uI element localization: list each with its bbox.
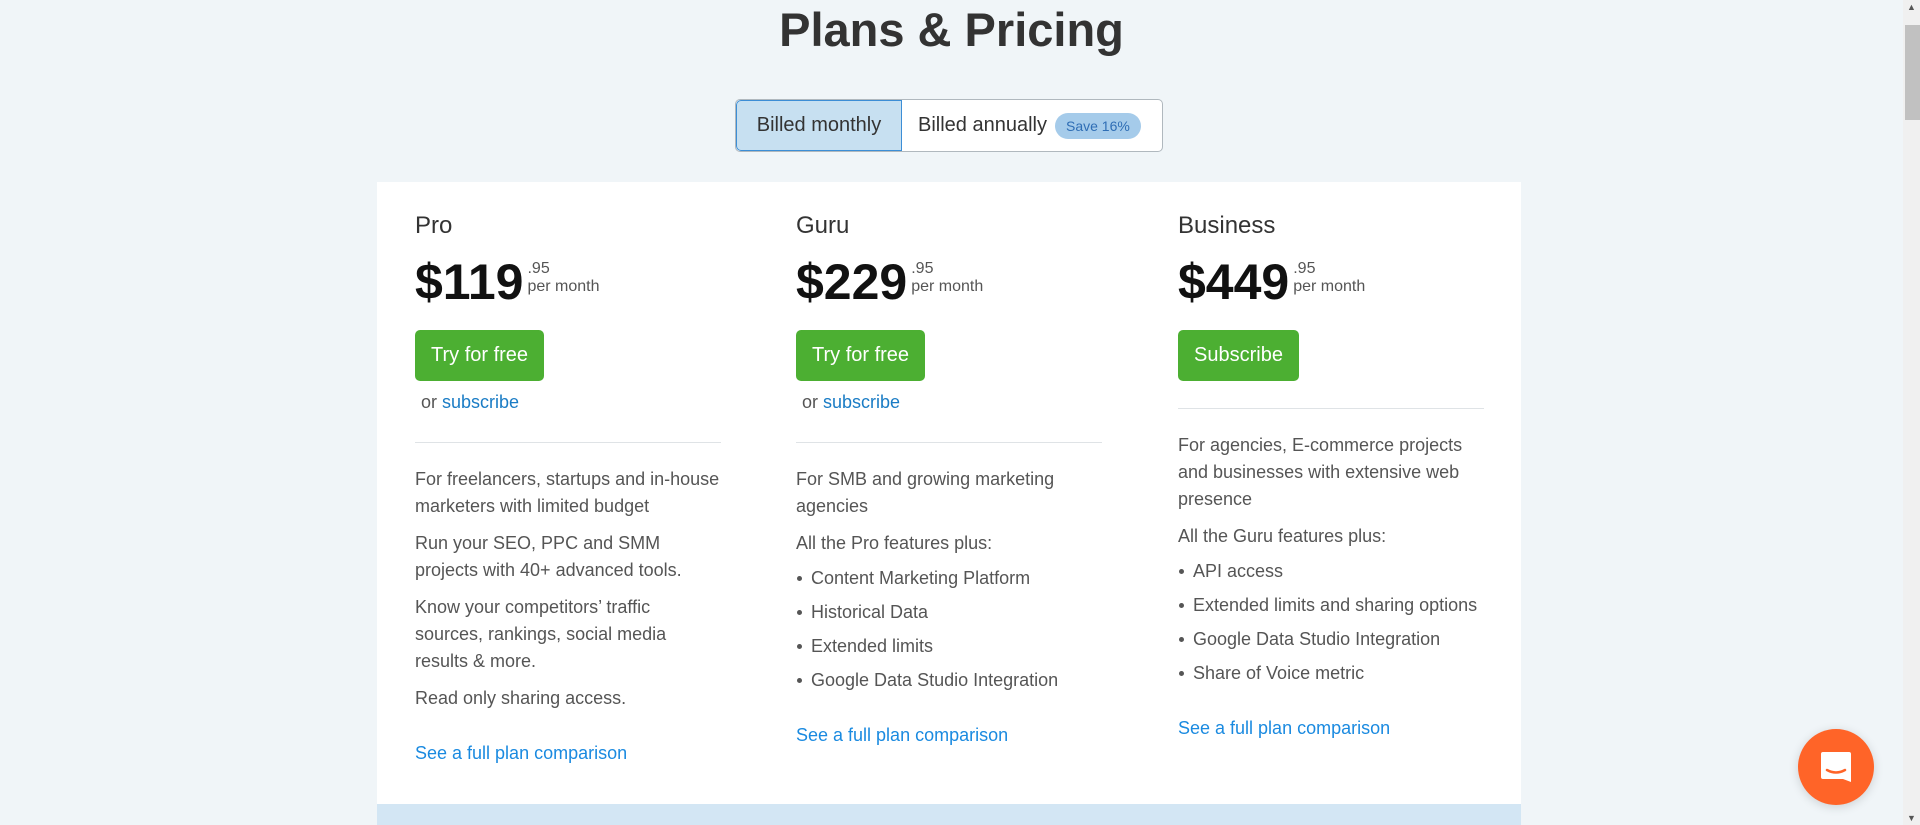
try-for-free-button[interactable]: Try for free (415, 330, 545, 381)
plan-name: Guru (796, 212, 850, 239)
scrollbar-thumb[interactable] (1905, 25, 1920, 120)
feature-list: Content Marketing Platform Historical Da… (796, 565, 1102, 694)
scroll-down-icon[interactable]: ▼ (1907, 813, 1916, 823)
subscribe-link[interactable]: subscribe (823, 392, 900, 412)
scrollbar[interactable]: ▲ ▼ (1903, 0, 1920, 825)
price-amount: $449 (1178, 254, 1290, 310)
plan-text: All the Pro features plus: (796, 533, 993, 553)
feature-item: Content Marketing Platform (796, 565, 1102, 592)
plan-description: For freelancers, startups and in-house m… (415, 469, 720, 516)
or-text: or (802, 392, 819, 412)
feature-item: Extended limits (796, 633, 1102, 660)
chat-button[interactable] (1798, 729, 1874, 805)
try-for-free-button[interactable]: Try for free (796, 330, 926, 381)
plan-price: $229 .95 per month (796, 254, 983, 310)
or-text: or (421, 392, 438, 412)
feature-item: Google Data Studio Integration (1178, 626, 1484, 653)
bottom-banner (377, 804, 1521, 825)
plan-comparison-link[interactable]: See a full plan comparison (796, 722, 1102, 749)
feature-list: API access Extended limits and sharing o… (1178, 558, 1484, 687)
divider (415, 442, 721, 443)
feature-item: Extended limits and sharing options (1178, 592, 1484, 619)
billed-annually-label: Billed annually (918, 114, 1047, 136)
price-cents: .95 (1293, 260, 1316, 277)
plan-text: Read only sharing access. (415, 688, 627, 708)
feature-item: Historical Data (796, 599, 1102, 626)
plan-name: Business (1178, 212, 1276, 239)
page-title: Plans & Pricing (779, 3, 1124, 56)
save-badge: Save 16% (1054, 112, 1141, 139)
price-amount: $229 (796, 254, 908, 310)
price-cents: .95 (527, 260, 550, 277)
chat-bubble-icon (1821, 752, 1851, 782)
plan-name: Pro (415, 212, 453, 239)
price-period: per month (527, 278, 600, 295)
subscribe-link[interactable]: subscribe (442, 392, 519, 412)
plan-description: For SMB and growing marketing agencies (796, 469, 1055, 516)
plan-text: Know your competitors’ traffic sources, … (415, 597, 667, 671)
plans-card: Pro $119 .95 per month Try for free or su… (377, 182, 1521, 804)
subscribe-button[interactable]: Subscribe (1178, 330, 1299, 381)
plan-text: Run your SEO, PPC and SMM projects with … (415, 533, 682, 580)
divider (1178, 408, 1484, 409)
plan-price: $449 .95 per month (1178, 254, 1365, 310)
price-period: per month (1293, 278, 1366, 295)
feature-item: API access (1178, 558, 1484, 585)
plan-comparison-link[interactable]: See a full plan comparison (415, 740, 721, 767)
scroll-up-icon[interactable]: ▲ (1907, 2, 1916, 12)
plan-description: For agencies, E-commerce projects and bu… (1178, 435, 1463, 509)
billed-annually-tab[interactable]: Billed annually Save 16% (902, 100, 1157, 151)
feature-item: Google Data Studio Integration (796, 667, 1102, 694)
plan-price: $119 .95 per month (415, 254, 600, 310)
price-amount: $119 (415, 254, 524, 310)
price-period: per month (911, 278, 984, 295)
divider (796, 442, 1102, 443)
billed-monthly-tab[interactable]: Billed monthly (736, 100, 902, 151)
billing-toggle: Billed monthly Billed annually Save 16% (735, 99, 1163, 152)
feature-item: Share of Voice metric (1178, 660, 1484, 687)
price-cents: .95 (911, 260, 934, 277)
plan-text: All the Guru features plus: (1178, 526, 1387, 546)
plan-comparison-link[interactable]: See a full plan comparison (1178, 715, 1484, 742)
billed-monthly-label: Billed monthly (756, 114, 882, 136)
